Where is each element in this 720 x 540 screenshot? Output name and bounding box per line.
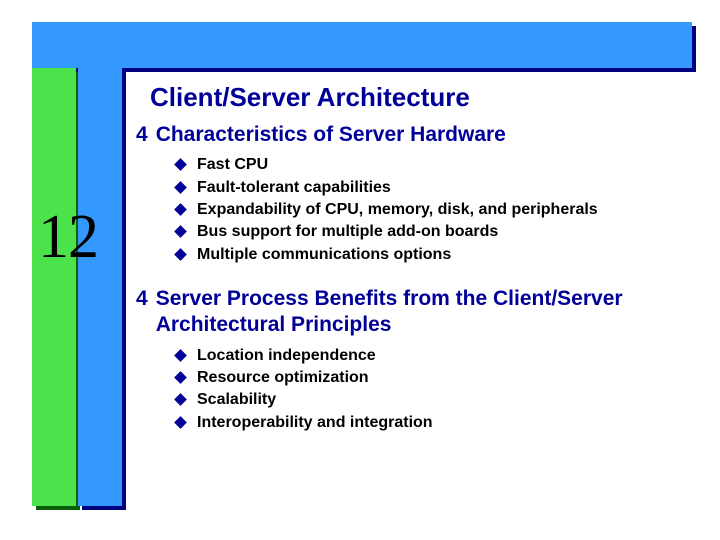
- sub-list: Location independence Resource optimizat…: [176, 345, 696, 435]
- list-item: Fast CPU: [176, 154, 696, 176]
- list-item-text: Bus support for multiple add-on boards: [197, 221, 498, 243]
- section-heading: 4 Characteristics of Server Hardware: [136, 122, 696, 148]
- list-item: Fault-tolerant capabilities: [176, 177, 696, 199]
- diamond-bullet-icon: [174, 226, 187, 239]
- list-item-text: Fast CPU: [197, 154, 268, 176]
- diamond-bullet-icon: [174, 248, 187, 261]
- list-item: Expandability of CPU, memory, disk, and …: [176, 199, 696, 221]
- list-item-text: Resource optimization: [197, 367, 369, 389]
- slide-title: Client/Server Architecture: [150, 82, 470, 113]
- header-band: [32, 22, 692, 68]
- list-item: Scalability: [176, 389, 696, 411]
- content-area: 4 Characteristics of Server Hardware Fas…: [136, 122, 696, 454]
- list-item: Location independence: [176, 345, 696, 367]
- diamond-bullet-icon: [174, 416, 187, 429]
- list-item-text: Fault-tolerant capabilities: [197, 177, 391, 199]
- list-item: Multiple communications options: [176, 244, 696, 266]
- section-heading-text: Characteristics of Server Hardware: [156, 122, 506, 148]
- chapter-number: 12: [38, 202, 98, 273]
- diamond-bullet-icon: [174, 203, 187, 216]
- section-heading-text: Server Process Benefits from the Client/…: [156, 286, 696, 339]
- side-column-blue: [78, 68, 122, 506]
- number-bullet-icon: 4: [136, 122, 148, 148]
- diamond-bullet-icon: [174, 394, 187, 407]
- header-band-main: [32, 22, 692, 68]
- diamond-bullet-icon: [174, 371, 187, 384]
- diamond-bullet-icon: [174, 181, 187, 194]
- list-item-text: Location independence: [197, 345, 376, 367]
- diamond-bullet-icon: [174, 158, 187, 171]
- diamond-bullet-icon: [174, 349, 187, 362]
- list-item: Resource optimization: [176, 367, 696, 389]
- side-column-green: [32, 68, 76, 506]
- list-item-text: Interoperability and integration: [197, 412, 433, 434]
- list-item-text: Scalability: [197, 389, 276, 411]
- side-column-green-main: [32, 68, 76, 506]
- sub-list: Fast CPU Fault-tolerant capabilities Exp…: [176, 154, 696, 266]
- list-item-text: Expandability of CPU, memory, disk, and …: [197, 199, 598, 221]
- list-item: Interoperability and integration: [176, 412, 696, 434]
- section-heading: 4 Server Process Benefits from the Clien…: [136, 286, 696, 339]
- list-item: Bus support for multiple add-on boards: [176, 221, 696, 243]
- side-column-blue-main: [78, 68, 122, 506]
- list-item-text: Multiple communications options: [197, 244, 451, 266]
- number-bullet-icon: 4: [136, 286, 148, 312]
